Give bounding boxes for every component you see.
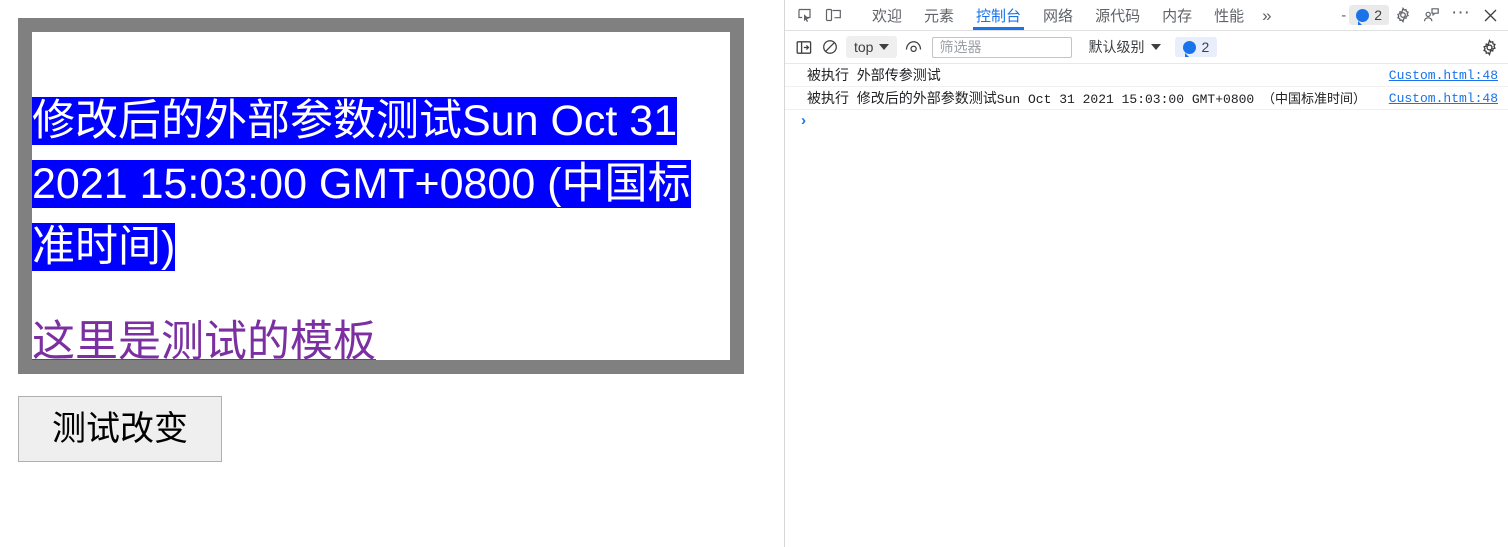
live-expression-eye-icon[interactable] — [900, 35, 926, 59]
template-link[interactable]: 这里是测试的模板 — [32, 317, 376, 360]
message-count-value: 2 — [1374, 7, 1383, 23]
feedback-icon[interactable] — [1417, 2, 1445, 28]
console-issues-count: 2 — [1201, 39, 1210, 55]
console-sidebar-toggle-icon[interactable] — [791, 35, 817, 59]
devtools-tab-bar: 欢迎 元素 控制台 网络 源代码 内存 性能 » - 2 ··· — [785, 0, 1508, 31]
message-bubble-icon — [1356, 8, 1370, 25]
content-frame-inner: 修改后的外部参数测试Sun Oct 31 2021 15:03:00 GMT+0… — [32, 32, 730, 360]
execution-context-select[interactable]: top — [846, 36, 898, 58]
console-filter-input[interactable] — [932, 36, 1073, 58]
message-bubble-icon — [1183, 40, 1197, 57]
console-row[interactable]: 被执行 修改后的外部参数测试Sun Oct 31 2021 15:03:00 G… — [785, 87, 1508, 110]
content-frame: 修改后的外部参数测试Sun Oct 31 2021 15:03:00 GMT+0… — [18, 18, 744, 374]
console-issues-badge[interactable]: 2 — [1175, 37, 1218, 57]
console-message-body: 外部传参测试 — [856, 67, 941, 83]
tab-console[interactable]: 控制台 — [965, 0, 1032, 30]
tab-welcome[interactable]: 欢迎 — [861, 0, 913, 30]
tab-performance[interactable]: 性能 — [1203, 0, 1255, 30]
tab-network[interactable]: 网络 — [1032, 0, 1084, 30]
settings-gear-icon[interactable] — [1389, 2, 1417, 28]
tab-elements[interactable]: 元素 — [913, 0, 965, 30]
more-tabs-chevron-icon[interactable]: » — [1255, 7, 1278, 24]
log-level-label: 默认级别 — [1088, 39, 1145, 55]
more-options-icon[interactable]: ··· — [1445, 3, 1476, 27]
page-viewport: 修改后的外部参数测试Sun Oct 31 2021 15:03:00 GMT+0… — [0, 0, 785, 547]
console-prompt-input[interactable] — [814, 112, 1508, 130]
console-message-list[interactable]: 被执行 外部传参测试 Custom.html:48 被执行 修改后的外部参数测试… — [785, 64, 1508, 547]
tab-memory[interactable]: 内存 — [1151, 0, 1203, 30]
clear-console-icon[interactable] — [817, 35, 843, 59]
chevron-down-icon — [1151, 44, 1162, 50]
device-toolbar-icon[interactable] — [819, 2, 847, 28]
console-message-prefix: 被执行 — [807, 90, 849, 106]
minimize-icon[interactable]: - — [1338, 7, 1349, 24]
devtools-panel: 欢迎 元素 控制台 网络 源代码 内存 性能 » - 2 ··· top 筛选器… — [785, 0, 1508, 547]
console-message-text: 被执行 修改后的外部参数测试Sun Oct 31 2021 15:03:00 G… — [807, 88, 1389, 108]
prompt-caret-icon: › — [799, 112, 809, 130]
console-message-text: 被执行 外部传参测试 — [807, 65, 1389, 85]
console-source-link[interactable]: Custom.html:48 — [1389, 91, 1508, 106]
console-message-date: Sun Oct 31 2021 15:03:00 GMT+0800 （中国标准时… — [996, 92, 1367, 107]
console-toolbar: top 默认级别 2 — [785, 31, 1508, 64]
chevron-down-icon — [879, 44, 890, 50]
console-row[interactable]: 被执行 外部传参测试 Custom.html:48 — [785, 64, 1508, 87]
selected-paragraph: 修改后的外部参数测试Sun Oct 31 2021 15:03:00 GMT+0… — [32, 90, 730, 279]
console-settings-gear-icon[interactable] — [1476, 35, 1502, 59]
test-change-button[interactable]: 测试改变 — [18, 396, 222, 462]
inspect-element-icon[interactable] — [791, 2, 819, 28]
console-message-prefix: 被执行 — [807, 67, 849, 83]
paragraph-text: 修改后的外部参数测试Sun Oct 31 2021 15:03:00 GMT+0… — [32, 97, 691, 271]
console-source-link[interactable]: Custom.html:48 — [1389, 68, 1508, 83]
console-message-body: 修改后的外部参数测试 — [856, 90, 997, 106]
close-icon[interactable] — [1476, 2, 1504, 28]
console-prompt-row[interactable]: › — [785, 110, 1508, 132]
tab-sources[interactable]: 源代码 — [1084, 0, 1151, 30]
message-count-badge[interactable]: 2 — [1349, 5, 1390, 25]
log-level-select[interactable]: 默认级别 — [1088, 37, 1162, 57]
execution-context-label: top — [854, 39, 874, 55]
